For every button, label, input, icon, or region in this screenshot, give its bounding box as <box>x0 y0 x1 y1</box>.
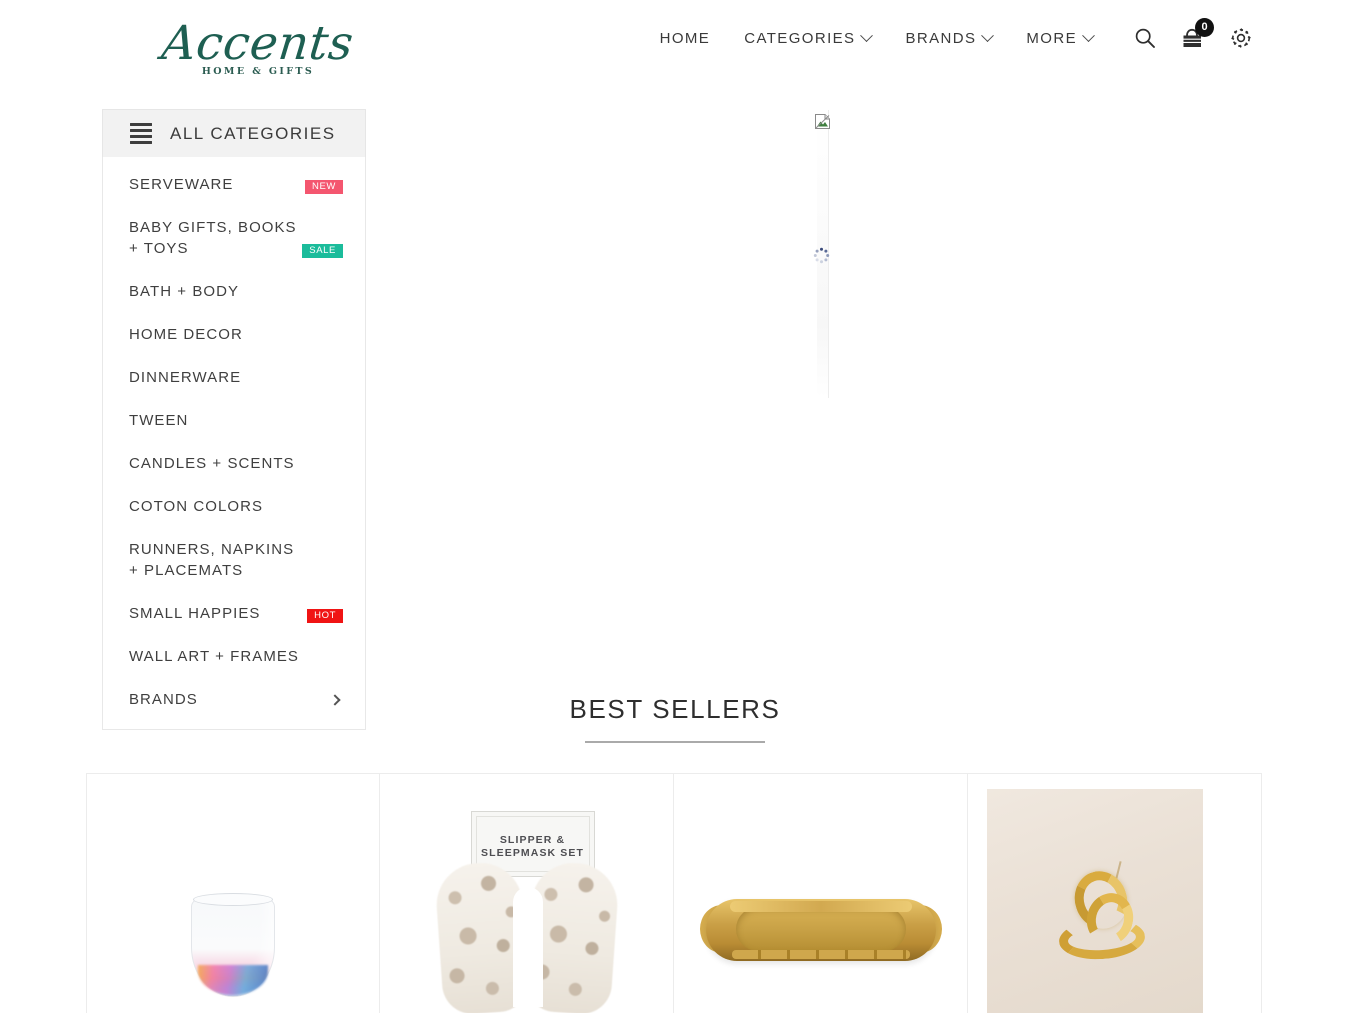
product-image <box>87 774 379 1013</box>
category-item-candles-scents[interactable]: CANDLES + SCENTS <box>103 442 365 485</box>
nav-item-brands[interactable]: BRANDS <box>888 24 1009 52</box>
nav-item-home[interactable]: HOME <box>643 24 728 52</box>
category-label: RUNNERS, NAPKINS + PLACEMATS <box>129 541 295 579</box>
broken-image-icon <box>815 114 830 129</box>
category-label: DINNERWARE <box>129 369 242 386</box>
category-label: BATH + BODY <box>129 283 240 300</box>
category-item-home-decor[interactable]: HOME DECOR <box>103 313 365 356</box>
gold-hoop-graphic <box>1057 916 1147 962</box>
category-label: COTON COLORS <box>129 498 264 515</box>
product-card-iridescent-stemless-wine-glass[interactable] <box>86 774 380 1013</box>
product-image <box>674 774 967 1013</box>
chevron-down-icon <box>860 28 874 42</box>
chevron-down-icon <box>1082 28 1095 42</box>
nav-item-more-label: MORE <box>1026 29 1077 47</box>
category-item-bath-body[interactable]: BATH + BODY <box>103 270 365 313</box>
nav-item-categories-label: CATEGORIES <box>744 29 856 47</box>
site-logo[interactable]: Accents HOME & GIFTS <box>128 16 388 77</box>
search-icon <box>1135 28 1155 48</box>
best-sellers-section-header: BEST SELLERS <box>0 694 1350 743</box>
slipper-set-graphic: SLIPPER & SLEEPMASK SET <box>433 791 620 1013</box>
wine-glass-graphic <box>191 889 275 997</box>
nav-item-categories[interactable]: CATEGORIES <box>727 24 888 52</box>
category-item-serveware[interactable]: SERVEWARE NEW <box>103 163 365 206</box>
nav-item-home-label: HOME <box>659 29 711 47</box>
status-badge-sale: SALE <box>302 243 343 258</box>
category-label: SERVEWARE <box>129 176 234 193</box>
category-label: TWEEN <box>129 412 189 429</box>
product-label-line-2: SLEEPMASK SET <box>481 847 584 859</box>
cart-button[interactable]: 0 <box>1180 18 1214 51</box>
status-badge-hot: HOT <box>307 608 343 623</box>
product-card-slipper-and-sleepmask-set[interactable]: SLIPPER & SLEEPMASK SET <box>380 774 674 1013</box>
all-categories-panel: ALL CATEGORIES SERVEWARE NEW BABY GIFTS,… <box>102 109 366 730</box>
product-card-gold-bamboo-oval-tray[interactable] <box>674 774 968 1013</box>
loading-spinner-icon <box>813 247 830 264</box>
section-title: BEST SELLERS <box>569 694 781 724</box>
section-title-underline <box>585 741 765 743</box>
category-item-runners-napkins-placemats[interactable]: RUNNERS, NAPKINS + PLACEMATS <box>103 528 365 592</box>
category-item-small-happies[interactable]: SMALL HAPPIES HOT <box>103 592 365 635</box>
logo-wordmark: Accents <box>159 16 357 71</box>
site-header: Accents HOME & GIFTS HOME CATEGORIES BRA… <box>0 0 1350 100</box>
hamburger-icon <box>130 122 152 145</box>
category-label: BABY GIFTS, BOOKS + TOYS <box>129 219 297 257</box>
all-categories-header[interactable]: ALL CATEGORIES <box>102 109 366 157</box>
category-label: SMALL HAPPIES <box>129 605 261 622</box>
chevron-down-icon <box>981 28 995 42</box>
product-card-gold-hoop-earrings[interactable] <box>968 774 1262 1013</box>
category-item-tween[interactable]: TWEEN <box>103 399 365 442</box>
category-item-baby-gifts-books-toys[interactable]: BABY GIFTS, BOOKS + TOYS SALE <box>103 206 365 270</box>
category-label: WALL ART + FRAMES <box>129 648 299 665</box>
category-list: SERVEWARE NEW BABY GIFTS, BOOKS + TOYS S… <box>103 157 365 729</box>
nav-item-brands-label: BRANDS <box>905 29 977 47</box>
category-label: CANDLES + SCENTS <box>129 455 295 472</box>
best-sellers-product-grid: SLIPPER & SLEEPMASK SET <box>86 773 1262 1013</box>
product-image <box>987 789 1203 1013</box>
category-item-wall-art-frames[interactable]: WALL ART + FRAMES <box>103 635 365 678</box>
status-badge-new: NEW <box>305 179 343 194</box>
category-item-coton-colors[interactable]: COTON COLORS <box>103 485 365 528</box>
nav-item-more[interactable]: MORE <box>1009 24 1110 52</box>
all-categories-title: ALL CATEGORIES <box>170 123 336 143</box>
search-button[interactable] <box>1132 25 1158 51</box>
settings-button[interactable] <box>1228 25 1254 51</box>
category-label: HOME DECOR <box>129 326 243 343</box>
page-root: Accents HOME & GIFTS HOME CATEGORIES BRA… <box>0 0 1350 1013</box>
product-label-text: SLIPPER & SLEEPMASK SET <box>472 834 594 860</box>
main-navigation: HOME CATEGORIES BRANDS MORE 0 <box>643 18 1254 52</box>
gear-icon <box>1231 28 1251 48</box>
header-icon-group: 0 <box>1132 18 1254 51</box>
product-image: SLIPPER & SLEEPMASK SET <box>380 774 673 1013</box>
cart-count-badge: 0 <box>1195 18 1214 37</box>
category-item-dinnerware[interactable]: DINNERWARE <box>103 356 365 399</box>
product-label-line-1: SLIPPER & <box>499 834 566 846</box>
hero-slider[interactable] <box>400 110 1350 410</box>
gold-tray-graphic <box>699 891 942 969</box>
